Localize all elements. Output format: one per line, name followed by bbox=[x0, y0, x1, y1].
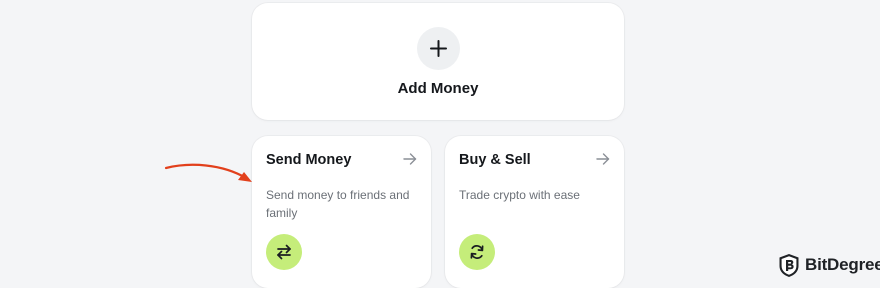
buy-sell-card[interactable]: Buy & Sell Trade crypto with ease bbox=[445, 136, 624, 288]
send-money-badge[interactable] bbox=[266, 234, 302, 270]
transfer-arrows-icon bbox=[277, 244, 291, 260]
plus-icon bbox=[430, 40, 447, 57]
send-money-description: Send money to friends and family bbox=[266, 188, 410, 220]
send-money-title: Send Money bbox=[266, 152, 352, 168]
add-money-label: Add Money bbox=[397, 80, 479, 97]
send-money-card[interactable]: Send Money Send money to friends and fam… bbox=[252, 136, 431, 288]
bitdegree-brand-text: BitDegree bbox=[805, 255, 880, 274]
bitdegree-shield-logo bbox=[779, 253, 799, 277]
buy-sell-title: Buy & Sell bbox=[459, 152, 531, 168]
arrow-right-icon bbox=[403, 153, 417, 165]
refresh-icon bbox=[470, 245, 484, 259]
add-money-card[interactable]: Add Money bbox=[252, 3, 624, 120]
add-money-button[interactable] bbox=[417, 27, 460, 70]
buy-sell-badge[interactable] bbox=[459, 234, 495, 270]
bitdegree-watermark: BitDegree bbox=[778, 252, 880, 278]
arrow-right-icon bbox=[596, 153, 610, 165]
red-pointer-arrow bbox=[164, 163, 252, 182]
buy-sell-description: Trade crypto with ease bbox=[459, 188, 580, 202]
